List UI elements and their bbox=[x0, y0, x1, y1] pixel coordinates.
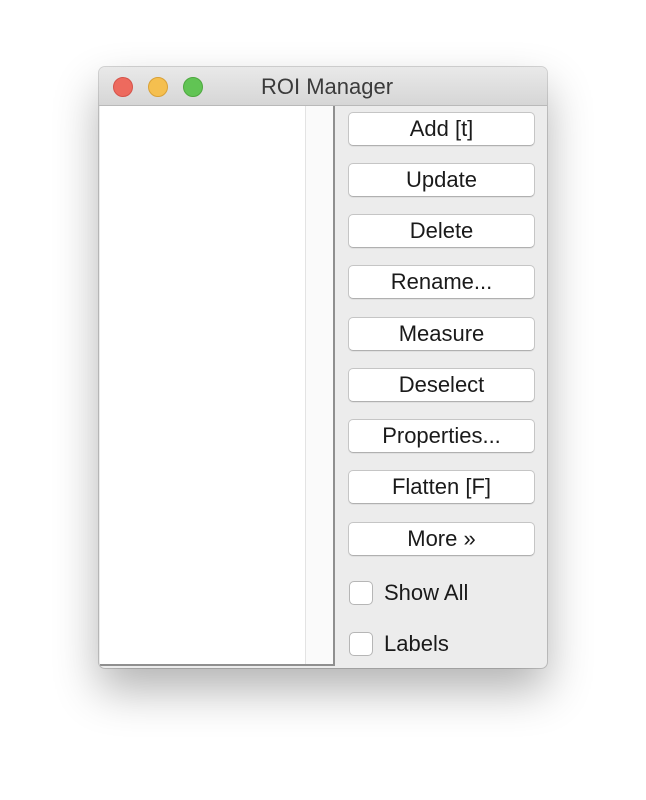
labels-label: Labels bbox=[384, 631, 449, 656]
flatten-button[interactable]: Flatten [F] bbox=[348, 470, 535, 504]
roi-list[interactable] bbox=[100, 106, 335, 666]
labels-checkbox[interactable] bbox=[349, 632, 373, 656]
rename-button[interactable]: Rename... bbox=[348, 265, 535, 299]
window-title: ROI Manager bbox=[260, 74, 394, 99]
measure-button[interactable]: Measure bbox=[348, 317, 535, 351]
title-bar[interactable]: ROI Manager bbox=[99, 67, 547, 106]
add-button[interactable]: Add [t] bbox=[348, 112, 535, 146]
roi-list-scrollbar[interactable] bbox=[305, 106, 333, 664]
roi-manager-window: ROI Manager Add [t] Update Delete Rename… bbox=[99, 67, 547, 668]
more-button[interactable]: More » bbox=[348, 522, 535, 556]
properties-button[interactable]: Properties... bbox=[348, 419, 535, 453]
deselect-button[interactable]: Deselect bbox=[348, 368, 535, 402]
delete-button[interactable]: Delete bbox=[348, 214, 535, 248]
show-all-label: Show All bbox=[384, 580, 469, 605]
show-all-checkbox[interactable] bbox=[349, 581, 373, 605]
update-button[interactable]: Update bbox=[348, 163, 535, 197]
